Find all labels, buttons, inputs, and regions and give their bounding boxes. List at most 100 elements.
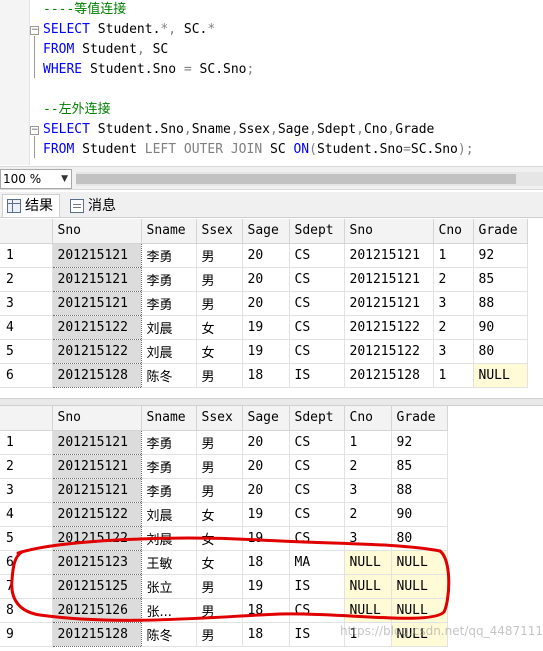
table-cell[interactable]: 88 xyxy=(473,291,528,316)
table-cell[interactable]: 女 xyxy=(196,526,243,551)
horizontal-scrollbar[interactable] xyxy=(76,172,543,186)
table-row[interactable]: 4 201215122 刘晨女 19 CS 2 90 xyxy=(0,501,448,527)
fold-toggle-icon[interactable]: − xyxy=(30,26,39,35)
table-cell[interactable]: 男 xyxy=(196,243,243,268)
code-line[interactable]: SELECT Student.Sno,Sname,Ssex,Sage,Sdept… xyxy=(43,120,434,140)
table-cell[interactable]: 张... xyxy=(141,598,197,623)
table-cell[interactable]: NULL xyxy=(344,598,392,623)
code-line[interactable]: FROM Student, SC xyxy=(43,40,168,60)
table-row[interactable]: 6 201215128 陈冬男 18 IS 201215128 1 NULL xyxy=(0,362,528,388)
table-row[interactable]: 3 201215121 李勇男 20 CS 3 88 xyxy=(0,477,448,503)
table-cell[interactable]: CS xyxy=(289,315,345,340)
row-number[interactable]: 8 xyxy=(0,598,53,623)
table-cell[interactable]: 男 xyxy=(196,598,243,623)
table-cell[interactable]: CS xyxy=(289,598,345,623)
column-header[interactable]: Cno xyxy=(433,219,474,244)
table-row[interactable]: 6 201215123 王敏女 18 MA NULL NULL xyxy=(0,549,448,575)
table-cell[interactable]: 刘晨 xyxy=(141,339,197,364)
table-cell[interactable]: 男 xyxy=(196,363,243,388)
table-cell[interactable]: 201215125 xyxy=(51,573,142,599)
table-cell[interactable]: 201215121 xyxy=(51,477,142,503)
table-cell[interactable]: 3 xyxy=(433,291,474,316)
table-cell[interactable]: 201215123 xyxy=(51,549,142,575)
table-row[interactable]: 1 201215121 李勇男 20 CS 201215121 1 92 xyxy=(0,242,528,268)
table-cell[interactable]: 201215128 xyxy=(51,362,142,388)
table-cell[interactable]: 88 xyxy=(391,478,448,503)
row-number[interactable]: 2 xyxy=(0,267,53,292)
table-cell[interactable]: 2 xyxy=(433,267,474,292)
column-header[interactable]: Sname xyxy=(141,219,197,244)
column-header[interactable]: Sdept xyxy=(289,219,345,244)
table-cell[interactable]: 92 xyxy=(473,243,528,268)
table-cell[interactable]: NULL xyxy=(473,363,528,388)
code-line[interactable]: --左外连接 xyxy=(43,100,111,120)
row-number[interactable]: 6 xyxy=(0,550,53,575)
table-cell[interactable]: 3 xyxy=(433,339,474,364)
result-grid-1[interactable]: Sno Sname Ssex Sage Sdept Sno Cno Grade 1 201215… xyxy=(0,219,543,398)
table-row[interactable]: 2 201215121 李勇男 20 CS 201215121 2 85 xyxy=(0,266,528,292)
table-cell[interactable]: IS xyxy=(289,574,345,599)
column-header[interactable]: Ssex xyxy=(196,406,243,431)
row-number[interactable]: 4 xyxy=(0,502,53,527)
table-row[interactable]: 7 201215125 张立男 19 IS NULL NULL xyxy=(0,573,448,599)
table-cell[interactable]: 201215121 xyxy=(344,291,434,316)
fold-toggle-icon[interactable]: − xyxy=(30,126,39,135)
table-cell[interactable]: 男 xyxy=(196,291,243,316)
table-cell[interactable]: 90 xyxy=(473,315,528,340)
table-cell[interactable]: NULL xyxy=(391,598,448,623)
table-cell[interactable]: 3 xyxy=(344,478,392,503)
table-cell[interactable]: NULL xyxy=(344,550,392,575)
row-number[interactable]: 3 xyxy=(0,291,53,316)
row-number[interactable]: 3 xyxy=(0,478,53,503)
table-cell[interactable]: MA xyxy=(289,550,345,575)
table-cell[interactable]: 201215122 xyxy=(344,315,434,340)
table-cell[interactable]: 李勇 xyxy=(141,267,197,292)
table-row[interactable]: 5 201215122 刘晨女 19 CS 3 80 xyxy=(0,525,448,551)
table-cell[interactable]: 女 xyxy=(196,315,243,340)
table-cell[interactable]: 18 xyxy=(242,622,290,647)
table-cell[interactable]: CS xyxy=(289,454,345,479)
table-cell[interactable]: 李勇 xyxy=(141,291,197,316)
row-number[interactable]: 2 xyxy=(0,454,53,479)
row-number[interactable]: 7 xyxy=(0,574,53,599)
table-row[interactable]: 4 201215122 刘晨女 19 CS 201215122 2 90 xyxy=(0,314,528,340)
table-cell[interactable]: 1 xyxy=(433,243,474,268)
row-number[interactable]: 6 xyxy=(0,363,53,388)
table-cell[interactable]: 19 xyxy=(242,574,290,599)
table-cell[interactable]: 2 xyxy=(344,454,392,479)
table-cell[interactable]: IS xyxy=(289,622,345,647)
table-cell[interactable]: 李勇 xyxy=(141,454,197,479)
table-cell[interactable]: 201215122 xyxy=(51,338,142,364)
column-header[interactable]: Sno xyxy=(52,219,142,244)
column-header[interactable]: Grade xyxy=(473,219,528,244)
table-cell[interactable]: 女 xyxy=(196,339,243,364)
table-row[interactable]: 2 201215121 李勇男 20 CS 2 85 xyxy=(0,453,448,479)
table-cell[interactable]: 男 xyxy=(196,574,243,599)
column-header[interactable]: Sage xyxy=(242,219,290,244)
table-cell[interactable]: CS xyxy=(289,526,345,551)
table-cell[interactable]: 1 xyxy=(433,363,474,388)
table-row[interactable]: 8 201215126 张... 男 18 CS NULL NULL xyxy=(0,597,448,623)
table-cell[interactable]: 女 xyxy=(196,502,243,527)
table-cell[interactable]: 1 xyxy=(344,430,392,455)
table-cell[interactable]: 2 xyxy=(344,502,392,527)
sql-editor[interactable]: − − ----等值连接 SELECT Student.*, SC.* FROM S… xyxy=(0,0,543,165)
grid-separator[interactable] xyxy=(0,398,543,405)
table-cell[interactable]: 92 xyxy=(391,430,448,455)
table-cell[interactable]: 18 xyxy=(242,598,290,623)
table-cell[interactable]: 19 xyxy=(242,339,290,364)
table-cell[interactable]: 男 xyxy=(196,454,243,479)
table-cell[interactable]: 201215128 xyxy=(51,621,142,647)
row-number[interactable]: 1 xyxy=(0,430,53,455)
table-cell[interactable]: CS xyxy=(289,502,345,527)
table-cell[interactable]: 201215121 xyxy=(51,242,142,268)
row-number[interactable]: 5 xyxy=(0,339,53,364)
table-cell[interactable]: 201215126 xyxy=(51,597,142,623)
table-cell[interactable]: 刘晨 xyxy=(141,526,197,551)
table-cell[interactable]: 男 xyxy=(196,478,243,503)
table-cell[interactable]: 201215122 xyxy=(51,525,142,551)
table-cell[interactable]: CS xyxy=(289,430,345,455)
table-cell[interactable]: CS xyxy=(289,339,345,364)
table-cell[interactable]: 男 xyxy=(196,622,243,647)
table-cell[interactable]: 20 xyxy=(242,267,290,292)
